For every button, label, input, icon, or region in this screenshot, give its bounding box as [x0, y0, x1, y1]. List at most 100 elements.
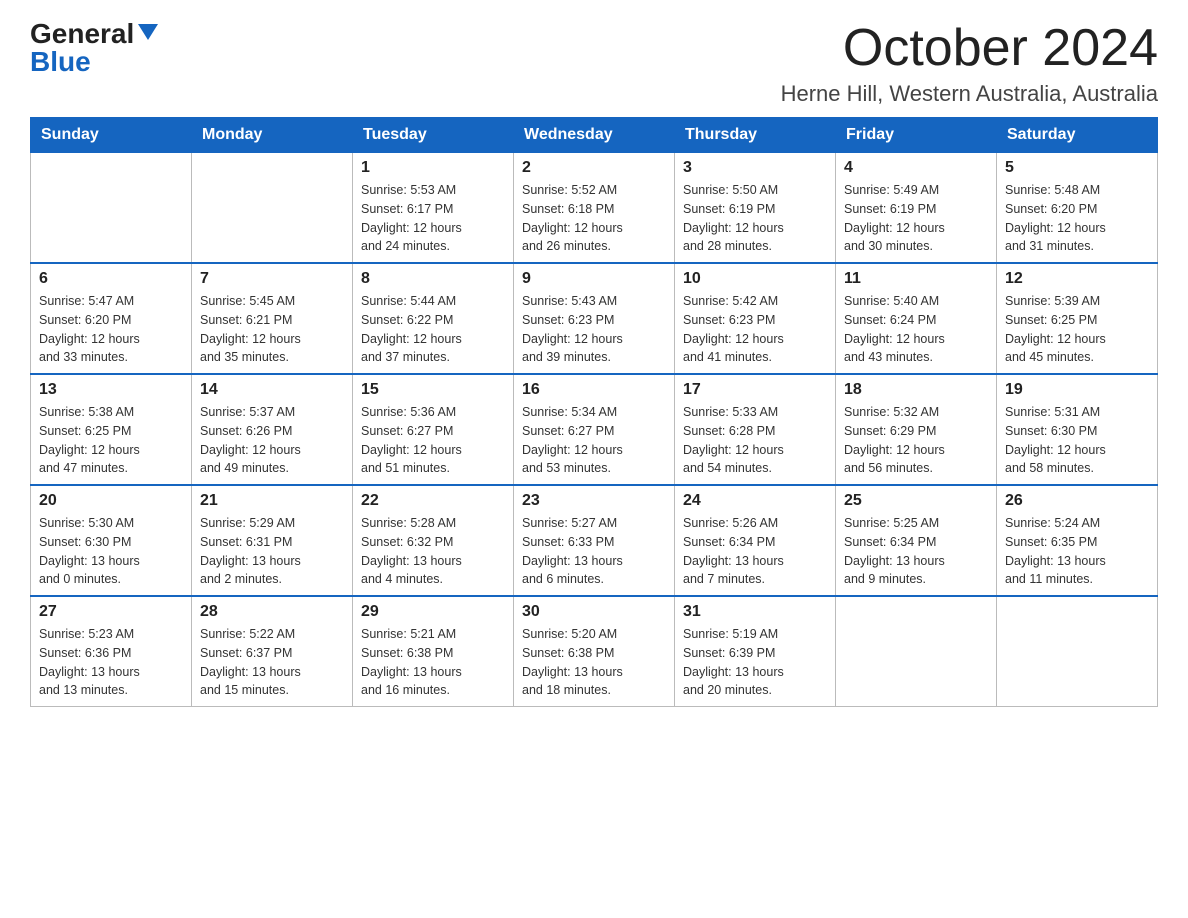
day-number: 23	[522, 492, 666, 510]
col-saturday: Saturday	[997, 118, 1158, 153]
calendar-week-row: 20 Sunrise: 5:30 AM Sunset: 6:30 PM Dayli…	[31, 485, 1158, 596]
table-row: 13Sunrise: 5:38 AM Sunset: 6:25 PM Dayli…	[31, 374, 192, 485]
table-row: 18Sunrise: 5:32 AM Sunset: 6:29 PM Dayli…	[836, 374, 997, 485]
table-row: 6Sunrise: 5:47 AM Sunset: 6:20 PM Daylig…	[31, 263, 192, 374]
day-number: 6	[39, 270, 183, 288]
day-number: 14	[200, 381, 344, 399]
day-info: Sunrise: 5:27 AM Sunset: 6:33 PM Dayligh…	[522, 514, 666, 589]
day-info: Sunrise: 5:31 AM Sunset: 6:30 PM Dayligh…	[1005, 403, 1149, 478]
day-info: Sunrise: 5:52 AM Sunset: 6:18 PM Dayligh…	[522, 181, 666, 256]
table-row: 24 Sunrise: 5:26 AM Sunset: 6:34 PM Dayli…	[675, 485, 836, 596]
day-number: 28	[200, 603, 344, 621]
table-row: 30 Sunrise: 5:20 AM Sunset: 6:38 PM Dayli…	[514, 596, 675, 707]
day-info: Sunrise: 5:29 AM Sunset: 6:31 PM Dayligh…	[200, 514, 344, 589]
table-row: 8 Sunrise: 5:44 AM Sunset: 6:22 PM Daylig…	[353, 263, 514, 374]
table-row: 20 Sunrise: 5:30 AM Sunset: 6:30 PM Dayli…	[31, 485, 192, 596]
day-info: Sunrise: 5:50 AM Sunset: 6:19 PM Dayligh…	[683, 181, 827, 256]
table-row: 9 Sunrise: 5:43 AM Sunset: 6:23 PM Daylig…	[514, 263, 675, 374]
day-info: Sunrise: 5:28 AM Sunset: 6:32 PM Dayligh…	[361, 514, 505, 589]
col-friday: Friday	[836, 118, 997, 153]
day-info: Sunrise: 5:45 AM Sunset: 6:21 PM Dayligh…	[200, 292, 344, 367]
calendar-week-row: 6Sunrise: 5:47 AM Sunset: 6:20 PM Daylig…	[31, 263, 1158, 374]
table-row: 10 Sunrise: 5:42 AM Sunset: 6:23 PM Dayli…	[675, 263, 836, 374]
day-number: 8	[361, 270, 505, 288]
day-info: Sunrise: 5:23 AM Sunset: 6:36 PM Dayligh…	[39, 625, 183, 700]
day-number: 25	[844, 492, 988, 510]
calendar-table: Sunday Monday Tuesday Wednesday Thursday…	[30, 117, 1158, 707]
table-row: 27 Sunrise: 5:23 AM Sunset: 6:36 PM Dayli…	[31, 596, 192, 707]
logo: General Blue	[30, 20, 158, 76]
day-number: 5	[1005, 159, 1149, 177]
day-number: 19	[1005, 381, 1149, 399]
day-info: Sunrise: 5:39 AM Sunset: 6:25 PM Dayligh…	[1005, 292, 1149, 367]
day-info: Sunrise: 5:49 AM Sunset: 6:19 PM Dayligh…	[844, 181, 988, 256]
col-tuesday: Tuesday	[353, 118, 514, 153]
logo-general-text: General	[30, 20, 134, 48]
table-row: 4Sunrise: 5:49 AM Sunset: 6:19 PM Daylig…	[836, 153, 997, 264]
day-info: Sunrise: 5:42 AM Sunset: 6:23 PM Dayligh…	[683, 292, 827, 367]
table-row	[836, 596, 997, 707]
day-info: Sunrise: 5:22 AM Sunset: 6:37 PM Dayligh…	[200, 625, 344, 700]
table-row: 26Sunrise: 5:24 AM Sunset: 6:35 PM Dayli…	[997, 485, 1158, 596]
table-row: 19 Sunrise: 5:31 AM Sunset: 6:30 PM Dayli…	[997, 374, 1158, 485]
table-row: 7 Sunrise: 5:45 AM Sunset: 6:21 PM Daylig…	[192, 263, 353, 374]
table-row: 31 Sunrise: 5:19 AM Sunset: 6:39 PM Dayli…	[675, 596, 836, 707]
day-info: Sunrise: 5:40 AM Sunset: 6:24 PM Dayligh…	[844, 292, 988, 367]
table-row: 2Sunrise: 5:52 AM Sunset: 6:18 PM Daylig…	[514, 153, 675, 264]
day-number: 29	[361, 603, 505, 621]
day-info: Sunrise: 5:26 AM Sunset: 6:34 PM Dayligh…	[683, 514, 827, 589]
table-row: 17Sunrise: 5:33 AM Sunset: 6:28 PM Dayli…	[675, 374, 836, 485]
day-number: 10	[683, 270, 827, 288]
day-info: Sunrise: 5:25 AM Sunset: 6:34 PM Dayligh…	[844, 514, 988, 589]
day-number: 1	[361, 159, 505, 177]
table-row: 22Sunrise: 5:28 AM Sunset: 6:32 PM Dayli…	[353, 485, 514, 596]
table-row: 11Sunrise: 5:40 AM Sunset: 6:24 PM Dayli…	[836, 263, 997, 374]
day-info: Sunrise: 5:37 AM Sunset: 6:26 PM Dayligh…	[200, 403, 344, 478]
table-row	[997, 596, 1158, 707]
day-number: 30	[522, 603, 666, 621]
day-number: 9	[522, 270, 666, 288]
day-info: Sunrise: 5:20 AM Sunset: 6:38 PM Dayligh…	[522, 625, 666, 700]
calendar-week-row: 1 Sunrise: 5:53 AM Sunset: 6:17 PM Daylig…	[31, 153, 1158, 264]
day-info: Sunrise: 5:24 AM Sunset: 6:35 PM Dayligh…	[1005, 514, 1149, 589]
day-number: 15	[361, 381, 505, 399]
table-row: 15 Sunrise: 5:36 AM Sunset: 6:27 PM Dayli…	[353, 374, 514, 485]
day-info: Sunrise: 5:21 AM Sunset: 6:38 PM Dayligh…	[361, 625, 505, 700]
calendar-header-row: Sunday Monday Tuesday Wednesday Thursday…	[31, 118, 1158, 153]
col-monday: Monday	[192, 118, 353, 153]
day-info: Sunrise: 5:36 AM Sunset: 6:27 PM Dayligh…	[361, 403, 505, 478]
day-info: Sunrise: 5:34 AM Sunset: 6:27 PM Dayligh…	[522, 403, 666, 478]
day-number: 21	[200, 492, 344, 510]
day-info: Sunrise: 5:30 AM Sunset: 6:30 PM Dayligh…	[39, 514, 183, 589]
day-info: Sunrise: 5:48 AM Sunset: 6:20 PM Dayligh…	[1005, 181, 1149, 256]
col-sunday: Sunday	[31, 118, 192, 153]
day-number: 3	[683, 159, 827, 177]
title-block: October 2024 Herne Hill, Western Austral…	[781, 20, 1158, 107]
day-info: Sunrise: 5:53 AM Sunset: 6:17 PM Dayligh…	[361, 181, 505, 256]
day-number: 27	[39, 603, 183, 621]
day-info: Sunrise: 5:19 AM Sunset: 6:39 PM Dayligh…	[683, 625, 827, 700]
col-wednesday: Wednesday	[514, 118, 675, 153]
table-row: 29 Sunrise: 5:21 AM Sunset: 6:38 PM Dayli…	[353, 596, 514, 707]
day-number: 16	[522, 381, 666, 399]
table-row: 14 Sunrise: 5:37 AM Sunset: 6:26 PM Dayli…	[192, 374, 353, 485]
day-number: 13	[39, 381, 183, 399]
day-number: 24	[683, 492, 827, 510]
day-number: 20	[39, 492, 183, 510]
table-row: 12 Sunrise: 5:39 AM Sunset: 6:25 PM Dayli…	[997, 263, 1158, 374]
table-row: 3 Sunrise: 5:50 AM Sunset: 6:19 PM Daylig…	[675, 153, 836, 264]
page-header: General Blue October 2024 Herne Hill, We…	[30, 20, 1158, 107]
calendar-week-row: 13Sunrise: 5:38 AM Sunset: 6:25 PM Dayli…	[31, 374, 1158, 485]
location-title: Herne Hill, Western Australia, Australia	[781, 81, 1158, 107]
calendar-week-row: 27 Sunrise: 5:23 AM Sunset: 6:36 PM Dayli…	[31, 596, 1158, 707]
table-row: 23 Sunrise: 5:27 AM Sunset: 6:33 PM Dayli…	[514, 485, 675, 596]
day-info: Sunrise: 5:32 AM Sunset: 6:29 PM Dayligh…	[844, 403, 988, 478]
day-number: 31	[683, 603, 827, 621]
day-number: 7	[200, 270, 344, 288]
col-thursday: Thursday	[675, 118, 836, 153]
month-title: October 2024	[781, 20, 1158, 77]
day-info: Sunrise: 5:44 AM Sunset: 6:22 PM Dayligh…	[361, 292, 505, 367]
day-number: 12	[1005, 270, 1149, 288]
logo-triangle-icon	[138, 24, 158, 40]
day-info: Sunrise: 5:43 AM Sunset: 6:23 PM Dayligh…	[522, 292, 666, 367]
